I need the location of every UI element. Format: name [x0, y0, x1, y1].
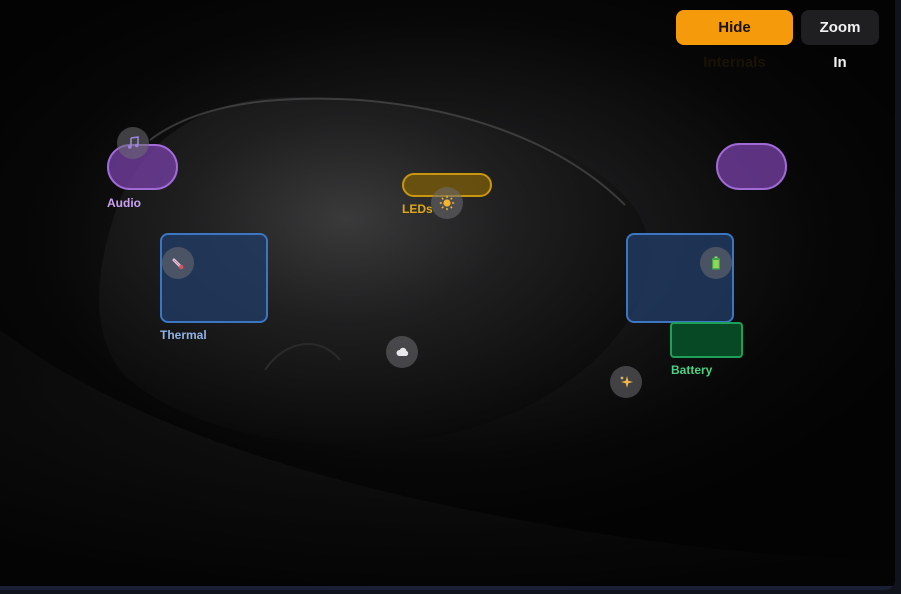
battery-component[interactable] — [670, 322, 743, 358]
sparkles-icon[interactable] — [610, 366, 642, 398]
music-icon[interactable] — [117, 127, 149, 159]
hide-internals-button[interactable]: Hide Internals — [676, 10, 793, 71]
thermal-label: Thermal — [160, 328, 207, 342]
device-viewer[interactable]: Hide Internals Zoom In Audio LEDs Therma… — [0, 0, 895, 590]
sun-icon[interactable] — [431, 187, 463, 219]
audio-component-right[interactable] — [716, 143, 787, 190]
audio-label: Audio — [107, 196, 141, 210]
thermometer-icon[interactable] — [162, 247, 194, 279]
leds-label: LEDs — [402, 202, 433, 216]
battery-icon[interactable] — [700, 247, 732, 279]
battery-label: Battery — [671, 363, 713, 377]
viewer-bottom-edge — [0, 586, 895, 590]
zoom-in-button[interactable]: Zoom In — [801, 10, 879, 71]
headset-render — [0, 97, 895, 590]
cloud-icon[interactable] — [386, 336, 418, 368]
